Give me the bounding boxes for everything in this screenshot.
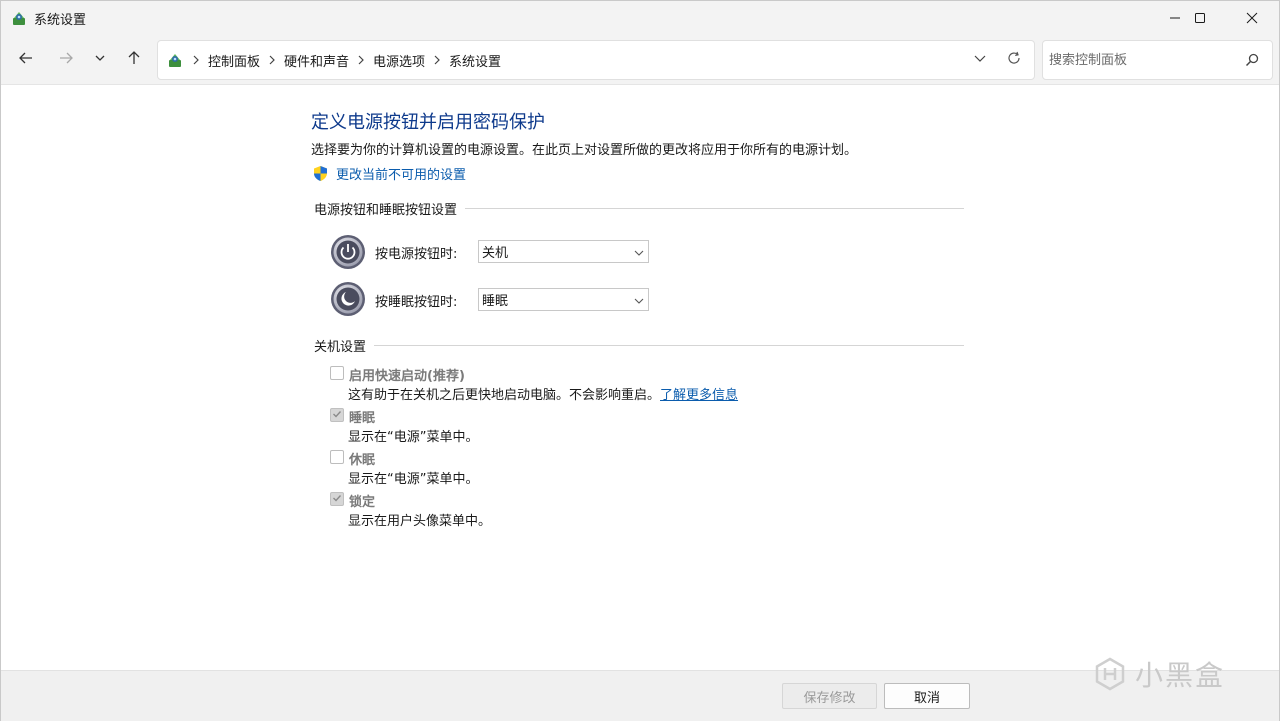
chevron-down-icon bbox=[974, 52, 986, 68]
breadcrumb-item-system-settings[interactable]: 系统设置 bbox=[449, 51, 501, 70]
control-panel-icon bbox=[10, 9, 28, 27]
address-bar[interactable]: 控制面板 硬件和声音 电源选项 系统设置 bbox=[157, 40, 1035, 80]
cancel-button[interactable]: 取消 bbox=[884, 683, 970, 709]
app-window: 系统设置 控制面板 硬件和声音 电源选项 系统设置 搜索控制面板 定义电源按钮并… bbox=[0, 0, 1280, 721]
breadcrumb: 控制面板 硬件和声音 电源选项 系统设置 bbox=[166, 41, 501, 79]
search-icon[interactable] bbox=[1243, 51, 1261, 69]
breadcrumb-item-control-panel[interactable]: 控制面板 bbox=[208, 51, 260, 70]
learn-more-link[interactable]: 了解更多信息 bbox=[660, 388, 738, 403]
search-box bbox=[1042, 40, 1273, 80]
navigation-bar: 控制面板 硬件和声音 电源选项 系统设置 bbox=[1, 35, 1279, 85]
change-settings-link-text[interactable]: 更改当前不可用的设置 bbox=[336, 164, 466, 183]
breadcrumb-item-hardware-sound[interactable]: 硬件和声音 bbox=[284, 51, 349, 70]
sleep-button-action-select[interactable]: 睡眠 bbox=[478, 288, 649, 311]
hibernate-option-description: 显示在“电源”菜单中。 bbox=[348, 472, 479, 487]
chevron-right-icon bbox=[268, 55, 276, 65]
refresh-button[interactable] bbox=[1004, 50, 1024, 70]
checkmark-icon bbox=[332, 408, 342, 423]
fast-startup-label: 启用快速启动(推荐) bbox=[349, 369, 465, 384]
chevron-right-icon bbox=[433, 55, 441, 65]
chevron-right-icon bbox=[192, 55, 200, 65]
chevron-down-icon bbox=[634, 295, 644, 310]
maximize-button[interactable] bbox=[1177, 1, 1223, 35]
arrow-left-icon bbox=[18, 50, 34, 70]
shutdown-section-header: 关机设置 bbox=[314, 336, 964, 355]
hibernate-option-label: 休眠 bbox=[349, 453, 376, 468]
back-button[interactable] bbox=[15, 49, 37, 71]
uac-shield-icon bbox=[312, 165, 329, 182]
arrow-right-icon bbox=[58, 50, 74, 70]
arrow-up-icon bbox=[126, 50, 142, 70]
power-button-action-select[interactable]: 关机 bbox=[478, 240, 649, 263]
lock-option-label: 锁定 bbox=[349, 495, 376, 510]
chevron-right-icon bbox=[357, 55, 365, 65]
power-button-label: 按电源按钮时: bbox=[375, 247, 458, 262]
sleep-option-description: 显示在“电源”菜单中。 bbox=[348, 430, 479, 445]
power-icon bbox=[330, 234, 366, 270]
sleep-button-label: 按睡眠按钮时: bbox=[375, 295, 458, 310]
sleep-option-label: 睡眠 bbox=[349, 411, 376, 426]
sleep-icon bbox=[330, 281, 366, 317]
save-changes-button[interactable]: 保存修改 bbox=[782, 683, 877, 709]
power-buttons-section-header: 电源按钮和睡眠按钮设置 bbox=[314, 199, 964, 218]
heybox-logo-icon bbox=[1093, 657, 1127, 691]
window-title: 系统设置 bbox=[34, 13, 87, 28]
breadcrumb-item-power-options[interactable]: 电源选项 bbox=[373, 51, 425, 70]
search-input[interactable] bbox=[1049, 49, 1239, 71]
hibernate-checkbox[interactable] bbox=[330, 450, 344, 464]
recent-locations-button[interactable] bbox=[89, 49, 111, 71]
checkmark-icon bbox=[332, 492, 342, 507]
refresh-icon bbox=[1007, 51, 1021, 69]
page-description: 选择要为你的计算机设置的电源设置。在此页上对设置所做的更改将应用于你所有的电源计… bbox=[311, 143, 858, 158]
close-button[interactable] bbox=[1229, 1, 1275, 35]
fast-startup-description: 这有助于在关机之后更快地启动电脑。不会影响重启。了解更多信息 bbox=[348, 388, 739, 403]
forward-button[interactable] bbox=[55, 49, 77, 71]
maximize-icon bbox=[1194, 12, 1206, 24]
main-content: 定义电源按钮并启用密码保护 选择要为你的计算机设置的电源设置。在此页上对设置所做… bbox=[1, 86, 1279, 670]
title-bar: 系统设置 bbox=[1, 1, 1279, 35]
fast-startup-checkbox[interactable] bbox=[330, 366, 344, 380]
chevron-down-icon bbox=[94, 52, 106, 68]
change-unavailable-settings-link[interactable]: 更改当前不可用的设置 bbox=[312, 164, 466, 183]
control-panel-icon bbox=[166, 51, 184, 69]
address-history-button[interactable] bbox=[970, 50, 990, 70]
up-button[interactable] bbox=[123, 49, 145, 71]
sleep-button-row: 按睡眠按钮时: 睡眠 bbox=[330, 281, 649, 317]
watermark: 小黑盒 bbox=[1093, 654, 1225, 694]
footer-bar: 保存修改 取消 bbox=[1, 670, 1279, 721]
chevron-down-icon bbox=[634, 247, 644, 262]
power-button-row: 按电源按钮时: 关机 bbox=[330, 234, 649, 270]
page-title: 定义电源按钮并启用密码保护 bbox=[311, 112, 545, 133]
sleep-checkbox[interactable] bbox=[330, 408, 344, 422]
close-icon bbox=[1246, 12, 1258, 24]
lock-checkbox[interactable] bbox=[330, 492, 344, 506]
lock-option-description: 显示在用户头像菜单中。 bbox=[348, 514, 492, 529]
